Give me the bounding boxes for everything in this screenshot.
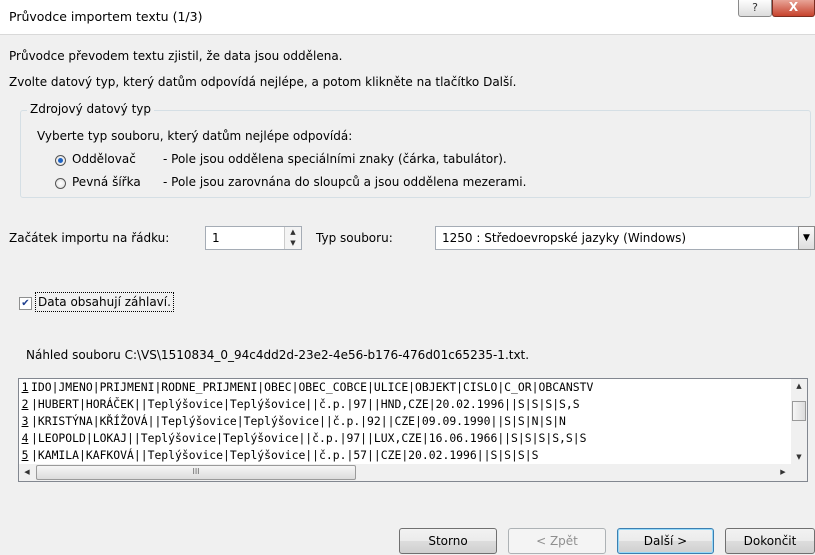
preview-line-text: |HUBERT|HORÁČEK||Teplýšovice|Teplýšovice… [31,397,580,411]
next-button[interactable]: Další > [617,528,714,554]
radio-delimited-label[interactable]: Oddělovač [72,152,136,166]
preview-line: 4 |LEOPOLD|LOKAJ||Teplýšovice|Teplýšovice… [19,430,791,447]
help-button[interactable]: ? [738,0,772,17]
headers-checkbox[interactable]: ✔ [19,297,32,310]
preview-label: Náhled souboru C:\VS\1510834_0_94c4dd2d-… [26,348,530,362]
scroll-down-icon[interactable]: ▼ [791,450,807,464]
preview-line-number: 4 [21,431,29,445]
scrollbar-corner [791,464,807,481]
intro-line-1: Průvodce převodem textu zjistil, že data… [9,49,343,63]
radio-fixed-width-description: - Pole jsou zarovnána do sloupců a jsou … [163,175,527,189]
scroll-up-icon[interactable]: ▲ [791,379,807,393]
intro-line-2: Zvolte datový typ, který datům odpovídá … [9,75,517,89]
file-origin-select[interactable]: 1250 : Středoevropské jazyky (Windows) ▼ [435,226,815,250]
headers-checkbox-label[interactable]: Data obsahují záhlaví. [35,292,174,312]
spinner-buttons[interactable]: ▲ ▼ [284,227,301,249]
source-type-legend: Zdrojový datový typ [27,102,155,116]
cancel-button[interactable]: Storno [399,528,497,554]
import-start-spinner[interactable]: 1 ▲ ▼ [205,226,302,250]
scroll-right-icon[interactable]: ▶ [775,464,791,481]
preview-line-text: |KRISTÝNA|KŘÍŽOVÁ||Teplýšovice|Teplýšovi… [31,414,566,428]
preview-line: 3 |KRISTÝNA|KŘÍŽOVÁ||Teplýšovice|Teplýšov… [19,413,791,430]
preview-line-number: 5 [21,448,29,462]
title-bar: Průvodce importem textu (1/3) ? X [0,0,815,34]
chevron-down-icon[interactable]: ▼ [798,226,815,250]
import-start-value: 1 [212,231,220,245]
vertical-scroll-thumb[interactable] [792,401,806,421]
preview-line: 1 IDO|JMENO|PRIJMENI|RODNE_PRIJMENI|OBEC|… [19,379,791,396]
preview-vertical-scrollbar[interactable]: ▲ ▼ [791,379,807,464]
preview-horizontal-scrollbar[interactable]: ◀ III ▶ [19,464,791,481]
horizontal-scroll-thumb[interactable]: III [36,465,356,480]
preview-line-number: 3 [21,414,29,428]
preview-line: 5 |KAMILA|KAFKOVÁ||Teplýšovice|Teplýšovic… [19,447,791,464]
file-type-prompt: Vyberte typ souboru, který datům nejlépe… [37,129,353,143]
radio-delimited-description: - Pole jsou oddělena speciálními znaky (… [163,152,507,166]
radio-fixed-width[interactable] [55,178,66,189]
preview-line-text: |KAMILA|KAFKOVÁ||Teplýšovice|Teplýšovice… [31,448,539,462]
file-type-label: Typ souboru: [316,231,393,245]
preview-line-number: 2 [21,397,29,411]
spin-down-icon[interactable]: ▼ [285,238,301,249]
finish-button[interactable]: Dokončit [725,528,815,554]
scroll-left-icon[interactable]: ◀ [19,464,35,481]
file-origin-value: 1250 : Středoevropské jazyky (Windows) [442,231,687,245]
back-button[interactable]: < Zpět [508,528,606,554]
preview-line: 2 |HUBERT|HORÁČEK||Teplýšovice|Teplýšovic… [19,396,791,413]
spin-up-icon[interactable]: ▲ [285,227,301,238]
preview-line-text: |LEOPOLD|LOKAJ||Teplýšovice|Teplýšovice|… [31,431,587,445]
preview-line-number: 1 [21,380,29,394]
window-title: Průvodce importem textu (1/3) [9,9,203,24]
import-start-label: Začátek importu na řádku: [9,231,170,245]
file-preview[interactable]: 1 IDO|JMENO|PRIJMENI|RODNE_PRIJMENI|OBEC|… [18,378,808,482]
close-button[interactable]: X [772,0,815,17]
preview-line-text: IDO|JMENO|PRIJMENI|RODNE_PRIJMENI|OBEC|O… [31,380,594,394]
preview-lines: 1 IDO|JMENO|PRIJMENI|RODNE_PRIJMENI|OBEC|… [19,379,791,464]
radio-fixed-width-label[interactable]: Pevná šířka [72,175,141,189]
radio-delimited[interactable] [55,155,66,166]
